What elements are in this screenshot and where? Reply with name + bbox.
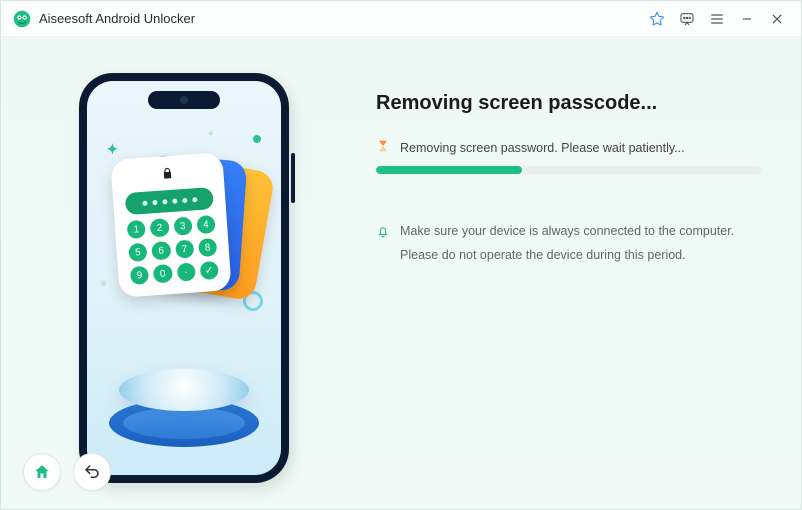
app-title: Aiseesoft Android Unlocker	[39, 11, 195, 26]
progress-pane: Removing screen passcode... Removing scr…	[366, 37, 801, 509]
titlebar: Aiseesoft Android Unlocker	[1, 1, 801, 37]
content-area: ✦ ✦ 1234	[1, 37, 801, 509]
app-window: Aiseesoft Android Unlocker	[0, 0, 802, 510]
bell-icon	[376, 223, 390, 268]
premium-icon[interactable]	[643, 5, 671, 33]
back-button[interactable]	[73, 453, 111, 491]
progress-bar	[376, 166, 761, 174]
page-heading: Removing screen passcode...	[376, 92, 761, 115]
status-line: Removing screen password. Please wait pa…	[376, 139, 761, 156]
hourglass-icon	[376, 139, 390, 156]
menu-icon[interactable]	[703, 5, 731, 33]
phone-illustration: ✦ ✦ 1234	[79, 73, 289, 483]
notice-text: Make sure your device is always connecte…	[400, 220, 761, 268]
notice: Make sure your device is always connecte…	[376, 220, 761, 268]
illustration-pane: ✦ ✦ 1234	[1, 37, 366, 509]
lock-icon	[111, 162, 224, 189]
feedback-icon[interactable]	[673, 5, 701, 33]
close-button[interactable]	[763, 5, 791, 33]
progress-bar-fill	[376, 166, 522, 174]
home-button[interactable]	[23, 453, 61, 491]
status-text: Removing screen password. Please wait pa…	[400, 141, 685, 155]
app-logo-icon	[13, 10, 31, 28]
minimize-button[interactable]	[733, 5, 761, 33]
